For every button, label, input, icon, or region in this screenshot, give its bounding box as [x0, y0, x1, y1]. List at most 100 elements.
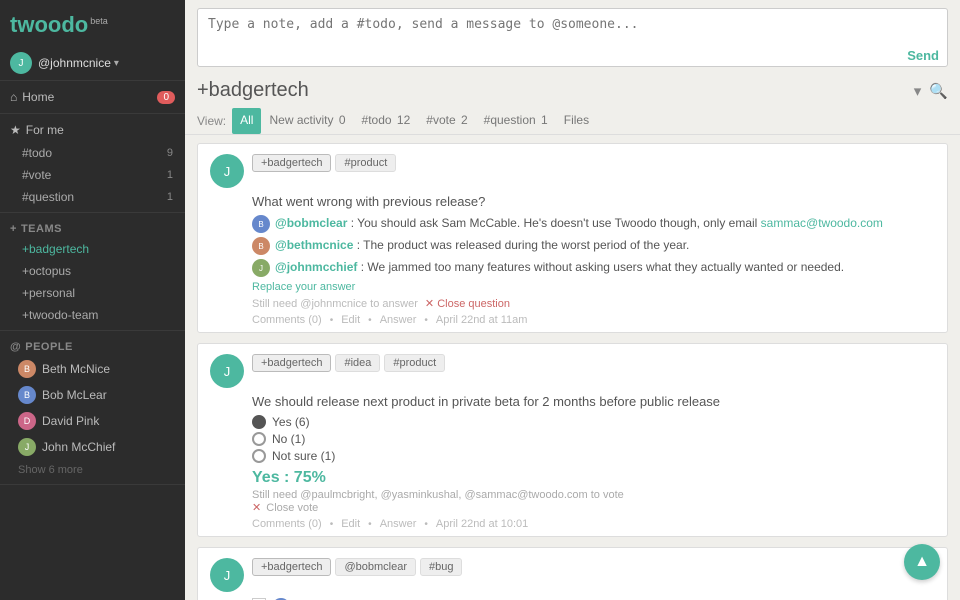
- search-icon[interactable]: 🔍: [929, 82, 948, 100]
- sidebar-item-john-mcchief[interactable]: J John McChief: [0, 434, 185, 460]
- post-tags-vote: +badgertech #idea #product: [252, 354, 445, 372]
- vote-no-label: No (1): [272, 432, 305, 446]
- people-section: @ People B Beth McNice B Bob McLear D Da…: [0, 331, 185, 485]
- sidebar-item-badgertech[interactable]: +badgertech: [0, 238, 185, 260]
- david-avatar: D: [18, 412, 36, 430]
- john-avatar: J: [18, 438, 36, 456]
- sidebar-item-twoodo-team[interactable]: +twoodo-team: [0, 304, 185, 326]
- star-icon: ★: [10, 123, 21, 137]
- teams-header: + Teams: [0, 217, 185, 238]
- comments-count-vote[interactable]: Comments (0): [252, 518, 322, 530]
- user-section[interactable]: J @johnmcnice ▾: [0, 46, 185, 81]
- post-footer: Comments (0) • Edit • Answer • April 22n…: [210, 314, 935, 326]
- close-question[interactable]: ✕ Close question: [425, 298, 510, 310]
- vote-not-sure-label: Not sure (1): [272, 449, 335, 463]
- close-vote[interactable]: ✕ Close vote: [252, 501, 935, 514]
- answer-btn-vote[interactable]: Answer: [380, 518, 417, 530]
- teams-section: + Teams +badgertech +octopus +personal +…: [0, 213, 185, 331]
- replace-answer[interactable]: Replace your answer: [210, 281, 935, 293]
- sidebar-item-for-me[interactable]: ★ For me: [0, 118, 185, 142]
- answer-btn[interactable]: Answer: [380, 314, 417, 326]
- tag-badgertech[interactable]: +badgertech: [252, 154, 331, 172]
- post-tags-bug: +badgertech @bobmclear #bug: [252, 558, 462, 576]
- comments-count[interactable]: Comments (0): [252, 314, 322, 326]
- tag-product[interactable]: #product: [335, 154, 396, 172]
- tag-badgertech-3[interactable]: +badgertech: [252, 558, 331, 576]
- vote-not-sure[interactable]: Not sure (1): [252, 449, 935, 463]
- sidebar-item-todo[interactable]: #todo 9: [0, 142, 185, 164]
- bob-name: Bob McLear: [42, 388, 107, 402]
- plus-icon: +: [10, 223, 17, 235]
- show-more-people[interactable]: Show 6 more: [0, 460, 185, 480]
- username: @johnmcnice: [38, 56, 111, 70]
- comment-text: @bobmclear : You should ask Sam McCable.…: [275, 215, 883, 232]
- comment-avatar-2: B: [252, 237, 270, 255]
- tab-all[interactable]: All: [232, 108, 261, 134]
- comment-2: B @bethmcnice : The product was released…: [210, 237, 935, 255]
- people-header: @ People: [0, 335, 185, 356]
- vote-no[interactable]: No (1): [252, 432, 935, 446]
- tab-files[interactable]: Files: [556, 108, 597, 134]
- tag-idea[interactable]: #idea: [335, 354, 380, 372]
- tabs-bar: View: All New activity 0 #todo 12 #vote …: [185, 108, 960, 135]
- radio-not-sure: [252, 449, 266, 463]
- scroll-top-button[interactable]: ▲: [904, 544, 940, 580]
- post-avatar: J: [210, 154, 244, 188]
- comment-author: @bobmclear: [275, 216, 347, 230]
- vote-yes-pct: Yes : 75%: [252, 469, 935, 487]
- dot-4: •: [330, 519, 334, 530]
- compose-box: Send: [197, 8, 948, 67]
- sidebar-item-personal[interactable]: +personal: [0, 282, 185, 304]
- tab-new-activity[interactable]: New activity 0: [261, 108, 353, 134]
- dot-2: •: [368, 315, 372, 326]
- edit-btn-vote[interactable]: Edit: [341, 518, 360, 530]
- tag-bobmclear[interactable]: @bobmclear: [335, 558, 416, 576]
- comment-avatar: B: [252, 215, 270, 233]
- chevron-down-icon: ▾: [114, 58, 119, 69]
- comment-link[interactable]: sammac@twoodo.com: [761, 216, 883, 230]
- vote-yes-label: Yes (6): [272, 415, 310, 429]
- tag-product-2[interactable]: #product: [384, 354, 445, 372]
- team-header: +badgertech ▾ 🔍: [185, 73, 960, 108]
- sidebar-item-david[interactable]: D David Pink: [0, 408, 185, 434]
- still-need: Still need @johnmcnice to answer ✕ Close…: [210, 297, 935, 310]
- tag-bug[interactable]: #bug: [420, 558, 462, 576]
- comment-1: B @bobmclear : You should ask Sam McCabl…: [210, 215, 935, 233]
- bob-avatar: B: [18, 386, 36, 404]
- replace-answer-link[interactable]: Replace your answer: [252, 281, 355, 293]
- vote-yes[interactable]: Yes (6): [252, 415, 935, 429]
- comment-author-3: @johnmcchief: [275, 260, 357, 274]
- dot-5: •: [368, 519, 372, 530]
- x-icon: ✕: [252, 502, 261, 514]
- tab-todo[interactable]: #todo 12: [354, 108, 419, 134]
- edit-btn[interactable]: Edit: [341, 314, 360, 326]
- sidebar-item-vote[interactable]: #vote 1: [0, 164, 185, 186]
- compose-area: Send: [185, 0, 960, 73]
- sidebar-item-octopus[interactable]: +octopus: [0, 260, 185, 282]
- post-card-bug: J +badgertech @bobmclear #bug B Counters…: [197, 547, 948, 600]
- post-card: J +badgertech #product What went wrong w…: [197, 143, 948, 333]
- question-label: #question: [22, 190, 74, 204]
- comment-text-3: @johnmcchief : We jammed too many featur…: [275, 259, 844, 276]
- sidebar-item-beth[interactable]: B Beth McNice: [0, 356, 185, 382]
- question-count: 1: [167, 191, 173, 203]
- tab-vote[interactable]: #vote 2: [418, 108, 475, 134]
- send-button[interactable]: Send: [907, 48, 939, 63]
- sidebar-item-home[interactable]: ⌂ Home 0: [0, 85, 185, 109]
- comment-text-2: @bethmcnice : The product was released d…: [275, 237, 689, 254]
- sidebar-item-bob[interactable]: B Bob McLear: [0, 382, 185, 408]
- compose-input[interactable]: [198, 9, 947, 45]
- for-me-label: For me: [26, 123, 64, 137]
- tab-question[interactable]: #question 1: [476, 108, 556, 134]
- tag-badgertech-2[interactable]: +badgertech: [252, 354, 331, 372]
- view-label: View:: [197, 114, 226, 128]
- sidebar-item-question[interactable]: #question 1: [0, 186, 185, 208]
- home-label: Home: [22, 90, 54, 104]
- post-header-vote: J +badgertech #idea #product: [210, 354, 935, 388]
- logo-beta: beta: [90, 16, 108, 26]
- dropdown-icon[interactable]: ▾: [914, 82, 922, 100]
- compose-footer: Send: [198, 45, 947, 66]
- todo-label: #todo: [22, 146, 52, 160]
- beth-avatar: B: [18, 360, 36, 378]
- vote-label: #vote: [22, 168, 51, 182]
